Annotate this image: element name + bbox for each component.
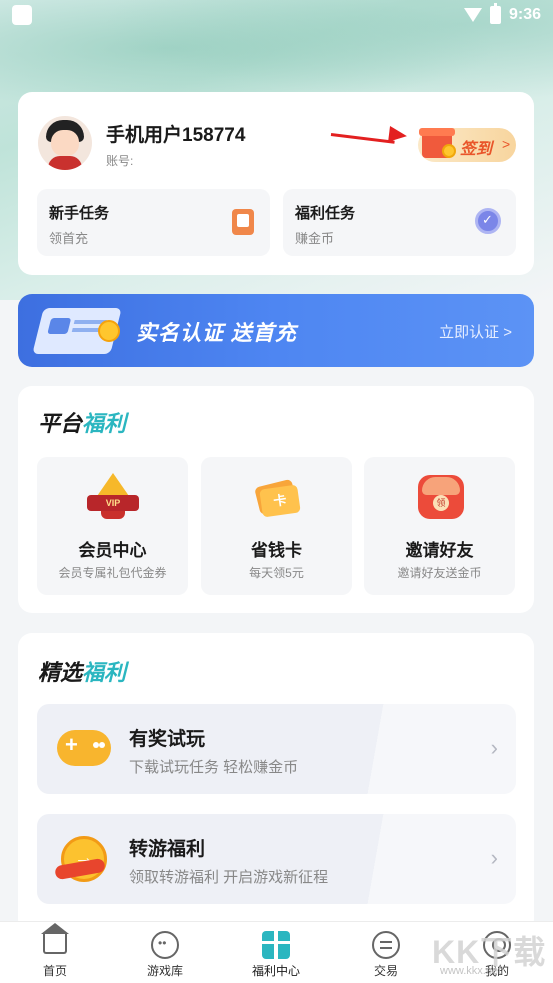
user-card: 手机用户158774 账号: 签到 > 新手任务 领首充 福利任务 赚金币	[18, 92, 534, 275]
battery-icon	[489, 3, 501, 24]
signin-label: 签到	[460, 141, 493, 158]
savings-card-card[interactable]: 卡 省钱卡 每天领5元	[201, 457, 352, 595]
gift-icon	[262, 931, 290, 959]
notification-icon	[12, 5, 32, 25]
section-title: 平台福利	[38, 411, 127, 436]
real-name-verify-banner[interactable]: 实名认证 送首充 立即认证 >	[18, 294, 534, 367]
chevron-right-icon: ›	[490, 735, 498, 760]
nav-trade[interactable]: 交易	[331, 922, 441, 983]
game-transfer-item[interactable]: 转游福利 领取转游福利 开启游戏新征程 ›	[37, 814, 516, 904]
task-title: 福利任务	[295, 205, 356, 222]
nav-game-library[interactable]: 游戏库	[110, 922, 220, 983]
perk-name: 省钱卡	[251, 541, 302, 560]
status-bar: 9:36	[0, 0, 553, 32]
status-time: 9:36	[508, 6, 541, 23]
username: 手机用户158774	[106, 125, 246, 146]
perk-desc: 每天领5元	[249, 566, 304, 580]
avatar[interactable]	[38, 116, 92, 170]
vip-crown-icon: VIP	[87, 471, 139, 521]
user-icon	[483, 931, 511, 959]
nav-home[interactable]: 首页	[0, 922, 110, 983]
phone-task-icon	[232, 209, 254, 235]
perk-desc: 邀请好友送金币	[397, 566, 482, 580]
section-title: 精选福利	[38, 660, 127, 685]
red-envelope-icon: 领	[414, 471, 466, 521]
nav-label: 首页	[42, 964, 67, 978]
red-arrow-annotation	[330, 125, 411, 145]
coin-transfer-icon	[54, 834, 113, 884]
rewarded-trial-item[interactable]: 有奖试玩 下载试玩任务 轻松赚金币 ›	[37, 704, 516, 794]
savings-card-icon: 卡	[251, 471, 303, 521]
banner-title: 实名认证 送首充	[136, 322, 297, 345]
nav-welfare-center[interactable]: 福利中心	[221, 922, 331, 983]
task-subtitle: 赚金币	[295, 231, 335, 246]
trade-icon	[372, 931, 400, 959]
nav-mine[interactable]: 我的	[442, 922, 552, 983]
medal-icon	[475, 208, 501, 234]
game-library-icon	[151, 931, 179, 959]
perk-desc: 会员专属礼包代金券	[58, 566, 167, 580]
welfare-task-card[interactable]: 福利任务 赚金币	[283, 189, 516, 256]
rec-title: 转游福利	[129, 839, 206, 860]
coin-icon	[98, 320, 120, 342]
chevron-right-icon: >	[502, 136, 511, 152]
selected-welfare-section: 精选福利 有奖试玩 下载试玩任务 轻松赚金币 › 转游福利 领取转游福利 开启游…	[18, 633, 534, 933]
newbie-task-card[interactable]: 新手任务 领首充	[37, 189, 270, 256]
task-subtitle: 领首充	[49, 231, 89, 246]
rec-subtitle: 领取转游福利 开启游戏新征程	[129, 869, 329, 886]
perk-name: 会员中心	[78, 541, 147, 560]
task-title: 新手任务	[49, 205, 110, 222]
member-center-card[interactable]: VIP 会员中心 会员专属礼包代金券	[37, 457, 188, 595]
verify-now-link[interactable]: 立即认证 >	[439, 321, 512, 342]
invite-friends-card[interactable]: 领 邀请好友 邀请好友送金币	[364, 457, 515, 595]
bottom-nav: 首页 游戏库 福利中心 交易 我的	[0, 921, 553, 983]
perk-name: 邀请好友	[405, 541, 474, 560]
chevron-right-icon: ›	[490, 845, 498, 870]
platform-welfare-section: 平台福利 VIP 会员中心 会员专属礼包代金券 卡 省钱卡 每天领5元 领 邀请…	[18, 386, 534, 613]
home-icon	[41, 923, 69, 954]
nav-label: 福利中心	[251, 964, 300, 978]
gift-box-icon	[418, 120, 458, 160]
rec-title: 有奖试玩	[129, 729, 206, 750]
nav-label: 我的	[484, 964, 509, 978]
gamepad-icon	[55, 724, 113, 774]
nav-label: 游戏库	[146, 964, 183, 978]
nav-label: 交易	[373, 964, 398, 978]
rec-subtitle: 下载试玩任务 轻松赚金币	[129, 759, 299, 776]
wifi-icon	[463, 8, 482, 22]
signin-button[interactable]: 签到 >	[418, 128, 516, 162]
account-label: 账号:	[106, 154, 134, 168]
